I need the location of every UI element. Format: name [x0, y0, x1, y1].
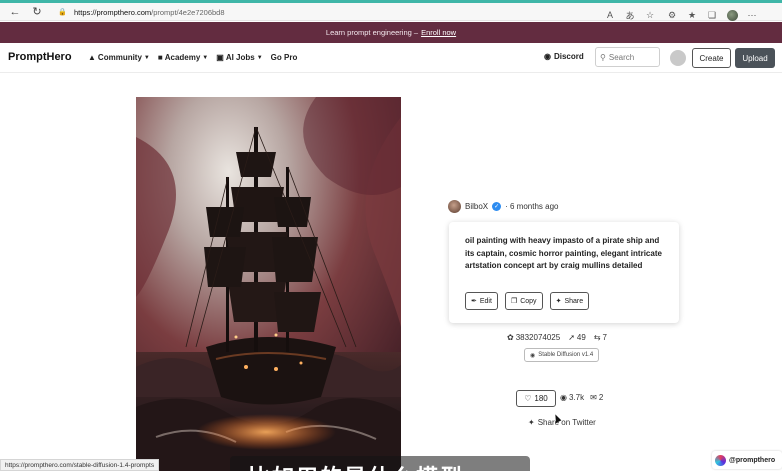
- caret-down-icon: ▼: [143, 54, 150, 61]
- prompt-actions: ✒ Edit ❐ Copy ✦ Share: [465, 292, 590, 310]
- site-logo[interactable]: PromptHero: [8, 51, 72, 63]
- subtitle-text: 比如用的是什么模型: [248, 460, 464, 471]
- url-path: /prompt/4e2e7206bd8: [151, 7, 225, 17]
- profile-icon[interactable]: [722, 9, 742, 21]
- lock-icon: 🔒: [58, 9, 67, 16]
- community-icon: ▲: [88, 53, 96, 62]
- briefcase-icon: ▣: [216, 53, 224, 62]
- share-on-twitter-link[interactable]: ✦ Share on Twitter: [528, 418, 596, 427]
- verified-check-icon: ✓: [492, 202, 502, 211]
- nav-item-community[interactable]: ▲ Community ▼: [88, 53, 150, 62]
- status-bar-url: https://prompthero.com/stable-diffusion-…: [0, 459, 160, 471]
- cfg-value: 7: [602, 333, 607, 342]
- more-icon[interactable]: ⋯: [742, 10, 762, 21]
- handle-text: @prompthero: [729, 456, 776, 464]
- collections-icon[interactable]: ❏: [702, 10, 722, 21]
- discord-label: Discord: [553, 52, 584, 61]
- twitter-icon: ✦: [528, 418, 535, 427]
- author-avatar[interactable]: [448, 200, 461, 213]
- watermark-handle: @prompthero: [712, 451, 782, 469]
- graduation-cap-icon: ■: [157, 53, 163, 62]
- seedling-icon: ✿: [507, 333, 514, 342]
- user-avatar[interactable]: [670, 50, 686, 66]
- nav-item-academy[interactable]: ■ Academy ▼: [158, 53, 208, 62]
- search-icon: ⚲: [600, 52, 606, 62]
- like-button[interactable]: ♡ 180: [516, 390, 556, 407]
- translate-icon[interactable]: あ: [620, 9, 640, 22]
- prompthero-logo-icon: [715, 454, 726, 466]
- caret-down-icon: ▼: [202, 54, 209, 61]
- robot-icon: ◉: [530, 352, 536, 359]
- comments-count: 2: [598, 393, 604, 402]
- edit-label: Edit: [479, 297, 492, 305]
- comments-icon: ✉: [590, 393, 597, 402]
- nav-item-go-pro[interactable]: Go Pro: [271, 53, 298, 62]
- enroll-link[interactable]: Enroll now: [421, 28, 456, 37]
- nav-menu: ▲ Community ▼ ■ Academy ▼ ▣ AI Jobs ▼ Go…: [88, 53, 297, 62]
- search-input[interactable]: ⚲ Search: [595, 47, 660, 67]
- favorites-icon[interactable]: ★: [682, 10, 702, 21]
- copy-button[interactable]: ❐ Copy: [504, 292, 543, 310]
- comments-stat[interactable]: ✉ 2: [590, 393, 603, 402]
- upload-button[interactable]: Upload: [735, 48, 775, 68]
- read-aloud-icon[interactable]: A: [600, 10, 620, 20]
- views-stat: ◉ 3.7k: [560, 393, 584, 402]
- search-placeholder: Search: [608, 52, 635, 62]
- share-label: Share: [564, 297, 584, 305]
- browser-toolbar: ← ↻ 🔒 https://prompthero.com/prompt/4e2e…: [0, 3, 782, 21]
- likes-count: 180: [534, 394, 548, 403]
- views-count: 3.7k: [568, 393, 585, 402]
- address-bar[interactable]: 🔒 https://prompthero.com/prompt/4e2e7206…: [58, 4, 638, 20]
- shuffle-icon: ⇆: [593, 333, 601, 342]
- create-button[interactable]: Create: [692, 48, 731, 68]
- url-host: https://prompthero.com: [74, 7, 152, 17]
- back-arrow-icon[interactable]: ←: [4, 3, 26, 21]
- author-name[interactable]: BilboX: [465, 202, 488, 211]
- steps-stat: ➚ 49: [568, 333, 586, 342]
- promo-banner: Learn prompt engineering – Enroll now: [0, 22, 782, 43]
- prompt-text: oil painting with heavy impasto of a pir…: [465, 236, 662, 270]
- refresh-icon[interactable]: ↻: [26, 3, 48, 21]
- copy-label: Copy: [520, 297, 537, 305]
- generation-stats: ✿ 3832074025 ➚ 49 ⇆ 7: [507, 333, 607, 342]
- heart-icon: ♡: [524, 394, 532, 403]
- seed-value: 3832074025: [515, 333, 561, 342]
- model-badge[interactable]: ◉ Stable Diffusion v1.4: [524, 348, 600, 362]
- post-time: · 6 months ago: [505, 202, 559, 211]
- seed-stat: ✿ 3832074025: [507, 333, 560, 342]
- feather-icon: ✒: [471, 298, 477, 305]
- favorite-add-icon[interactable]: ☆: [640, 10, 660, 21]
- nav-label-go-pro: Go Pro: [270, 53, 298, 62]
- site-navbar: PromptHero ▲ Community ▼ ■ Academy ▼ ▣ A…: [0, 43, 782, 73]
- steps-value: 49: [576, 333, 586, 342]
- eye-icon: ◉: [560, 393, 567, 402]
- discord-icon: ◉: [544, 52, 551, 61]
- extensions-icon[interactable]: ⚙: [662, 10, 682, 21]
- caret-down-icon: ▼: [256, 54, 263, 61]
- nav-label-ai-jobs: AI Jobs: [225, 53, 255, 62]
- author-row: BilboX ✓ · 6 months ago: [448, 200, 559, 213]
- nav-label-academy: Academy: [164, 53, 201, 62]
- prompt-card: oil painting with heavy impasto of a pir…: [449, 222, 679, 323]
- cfg-stat: ⇆ 7: [594, 333, 607, 342]
- twitter-icon: ✦: [555, 298, 562, 305]
- share-twitter-label: Share on Twitter: [537, 418, 596, 427]
- banner-text: Learn prompt engineering –: [325, 28, 419, 37]
- engagement-stats: ◉ 3.7k ✉ 2: [560, 393, 603, 402]
- video-subtitle: 比如用的是什么模型: [230, 456, 530, 471]
- nav-item-ai-jobs[interactable]: ▣ AI Jobs ▼: [216, 53, 262, 62]
- copy-icon: ❐: [510, 298, 518, 305]
- wand-icon: ➚: [568, 333, 575, 342]
- model-name: Stable Diffusion v1.4: [538, 352, 594, 358]
- discord-link[interactable]: ◉ Discord: [544, 52, 584, 61]
- edit-button[interactable]: ✒ Edit: [465, 292, 498, 310]
- nav-label-community: Community: [97, 53, 142, 62]
- prompt-image[interactable]: [136, 97, 401, 471]
- share-button[interactable]: ✦ Share: [549, 292, 590, 310]
